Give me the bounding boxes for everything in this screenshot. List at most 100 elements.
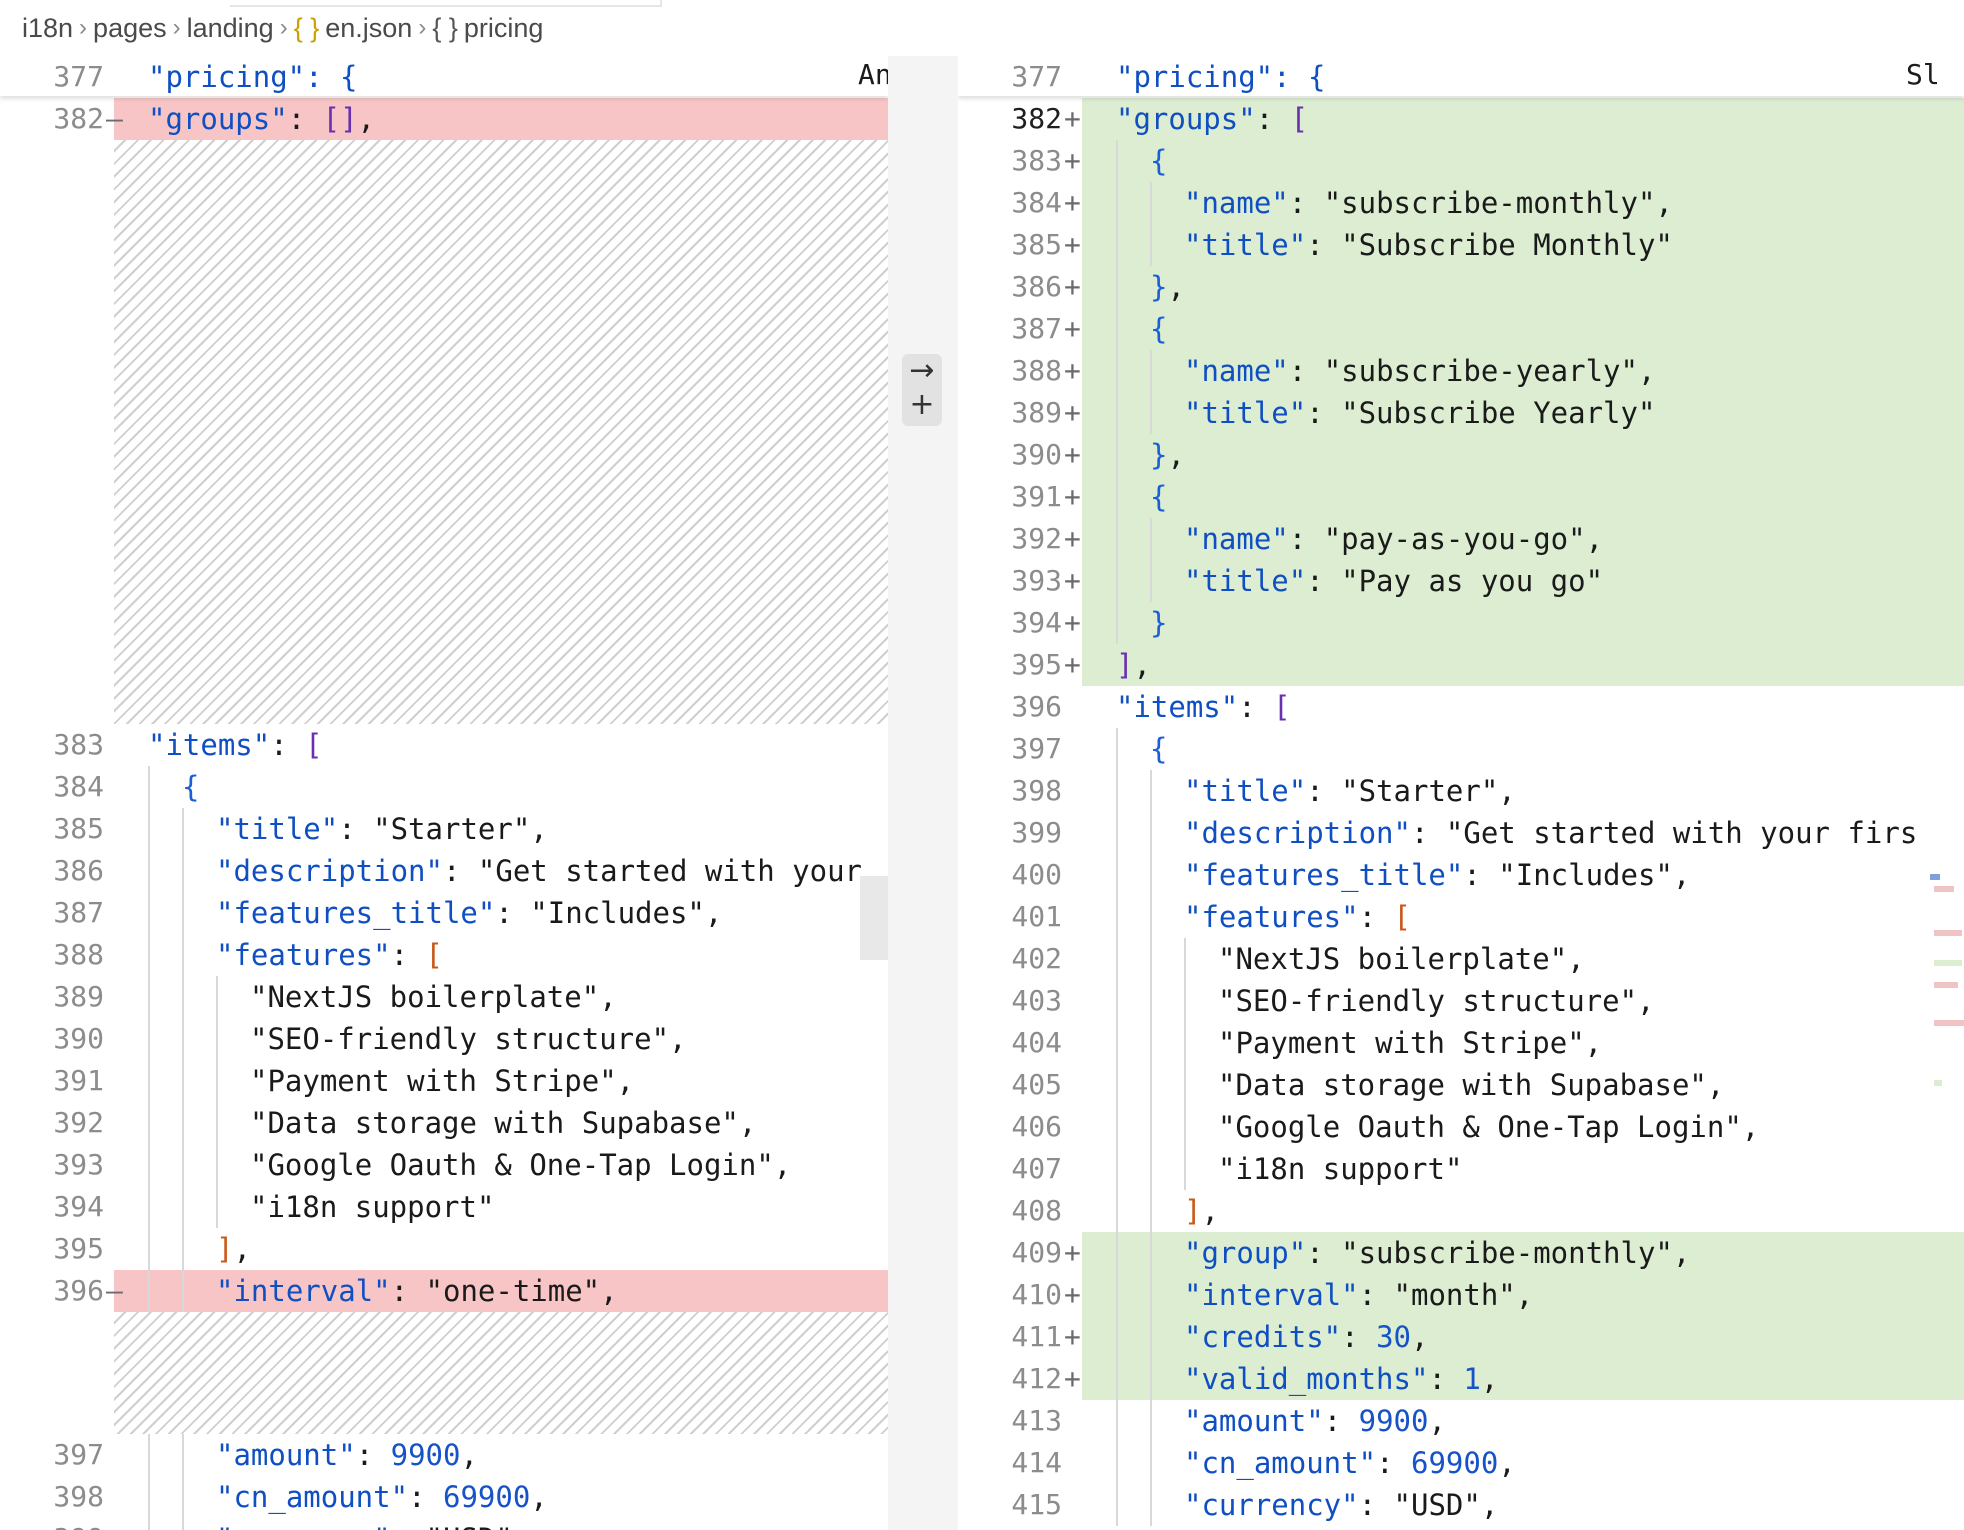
code-text: "Data storage with Supabase", [250,1102,756,1144]
code-line[interactable]: 406 "Google Oauth & One-Tap Login", [958,1106,1964,1148]
indent-guide [1116,182,1118,224]
line-number: 393 [53,1148,104,1181]
code-line[interactable]: 387 + { [958,308,1964,350]
code-line[interactable]: 392 + "name": "pay-as-you-go", [958,518,1964,560]
overview-ruler[interactable] [1930,870,1964,1090]
code-line[interactable]: 382— "groups": [], [0,98,888,140]
code-text: "NextJS boilerplate", [1218,938,1585,980]
token: "features" [216,938,391,972]
code-line[interactable]: 399 "description": "Get started with your… [958,812,1964,854]
token: "i18n support" [250,1190,495,1224]
code-line[interactable]: 384 { [0,766,888,808]
code-line[interactable]: 395], [0,1228,888,1270]
code-line[interactable]: 409 + "group": "subscribe-monthly", [958,1232,1964,1274]
indent-guide [1116,266,1118,308]
code-line[interactable]: 385 + "title": "Subscribe Monthly" [958,224,1964,266]
code-line[interactable]: 385 "title": "Starter", [0,808,888,850]
code-line[interactable]: 392 "Data storage with Supabase", [0,1102,888,1144]
code-line[interactable]: 394 +} [958,602,1964,644]
line-number: 398 [1011,774,1062,807]
code-line[interactable]: 408], [958,1190,1964,1232]
line-number: 383 [53,728,104,761]
code-line[interactable]: 387 "features_title": "Includes", [0,892,888,934]
token: : [1410,816,1446,850]
line-number: 377 [1011,60,1062,93]
sticky-scroll-header[interactable]: 377 "pricing": { An [0,56,888,96]
token: 30 [1376,1320,1411,1354]
token: [ [1393,900,1411,934]
added-marker: + [1064,564,1081,597]
code-line[interactable]: 386 "description": "Get started with your [0,850,888,892]
code-line[interactable]: 391 + { [958,476,1964,518]
code-line[interactable]: 389 + "title": "Subscribe Yearly" [958,392,1964,434]
modified-editor-pane[interactable]: 377 "pricing": { Sl 382 + "groups": [383 +{… [958,56,1964,1530]
breadcrumb-item-landing[interactable]: landing [187,13,274,44]
code-text: } [1150,602,1167,644]
token: "Payment with Stripe" [1218,1026,1585,1060]
code-line[interactable]: 400 "features_title": "Includes", [958,854,1964,896]
code-line[interactable]: 405 "Data storage with Supabase", [958,1064,1964,1106]
code-line[interactable]: 384 + "name": "subscribe-monthly", [958,182,1964,224]
indent-guide [1184,1064,1186,1106]
code-line[interactable]: 383 "items": [ [0,724,888,766]
code-line[interactable]: 391 "Payment with Stripe", [0,1060,888,1102]
code-line[interactable]: 414 "cn_amount": 69900, [958,1442,1964,1484]
code-line[interactable]: 393 + "title": "Pay as you go" [958,560,1964,602]
code-line[interactable]: 404 "Payment with Stripe", [958,1022,1964,1064]
code-line[interactable]: 383 +{ [958,140,1964,182]
token: "subscribe-monthly" [1341,1236,1673,1270]
token: } [1150,270,1168,304]
code-line[interactable]: 388 "features": [ [0,934,888,976]
code-line[interactable]: 399 "currency": "USD", [0,1518,888,1530]
breadcrumb-item-pricing[interactable]: pricing [464,13,544,44]
breadcrumb-item-pages[interactable]: pages [93,13,167,44]
code-line[interactable]: 403 "SEO-friendly structure", [958,980,1964,1022]
indent-guide [1150,1316,1152,1358]
code-line[interactable]: 402 "NextJS boilerplate", [958,938,1964,980]
token: "NextJS boilerplate" [250,980,600,1014]
code-line[interactable]: 395 +], [958,644,1964,686]
revert-change-button[interactable]: → + [902,354,942,426]
code-line[interactable]: 394 "i18n support" [0,1186,888,1228]
token: "amount" [1184,1404,1324,1438]
overview-mark [1934,982,1958,988]
token: , [530,1480,548,1514]
breadcrumb-item-i18n[interactable]: i18n [22,13,73,44]
code-line[interactable]: 386 +}, [958,266,1964,308]
code-line[interactable]: 410 + "interval": "month", [958,1274,1964,1316]
token: { [1150,144,1168,178]
token: "items" [148,728,271,762]
indent-guide [1150,1274,1152,1316]
token: "Payment with Stripe" [250,1064,617,1098]
token: , [704,896,723,930]
token: , [1637,354,1656,388]
code-line[interactable]: 382 + "groups": [ [958,98,1964,140]
code-line[interactable]: 397 { [958,728,1964,770]
line-number: 386 + [958,266,1080,308]
code-line[interactable]: 401 "features": [ [958,896,1964,938]
code-line[interactable]: 412 + "valid_months": 1, [958,1358,1964,1400]
indent-guide [1116,728,1118,770]
code-line[interactable]: 397 "amount": 9900, [0,1434,888,1476]
code-line[interactable]: 396 "items": [ [958,686,1964,728]
diff-gutter: → + [888,56,958,1530]
code-line[interactable]: 390 +}, [958,434,1964,476]
code-line[interactable]: 389 "NextJS boilerplate", [0,976,888,1018]
code-line[interactable]: 413 "amount": 9900, [958,1400,1964,1442]
scrollbar-thumb[interactable] [860,876,888,960]
code-line[interactable]: 393 "Google Oauth & One-Tap Login", [0,1144,888,1186]
code-line[interactable]: 415 "currency": "USD", [958,1484,1964,1526]
indent-guide [1150,812,1152,854]
code-line[interactable]: 388 + "name": "subscribe-yearly", [958,350,1964,392]
code-line[interactable]: 411 + "credits": 30, [958,1316,1964,1358]
breadcrumb-item-en-json[interactable]: en.json [325,13,412,44]
code-line[interactable]: 396— "interval": "one-time", [0,1270,888,1312]
code-line[interactable]: 398 "cn_amount": 69900, [0,1476,888,1518]
code-line[interactable]: 390 "SEO-friendly structure", [0,1018,888,1060]
added-marker: + [1064,480,1081,513]
code-line[interactable]: 407 "i18n support" [958,1148,1964,1190]
added-marker: + [1064,312,1081,345]
original-editor-pane[interactable]: 377 "pricing": { An 382— "groups": [], 383… [0,56,888,1530]
sticky-scroll-header[interactable]: 377 "pricing": { Sl [958,56,1964,96]
code-line[interactable]: 398 "title": "Starter", [958,770,1964,812]
